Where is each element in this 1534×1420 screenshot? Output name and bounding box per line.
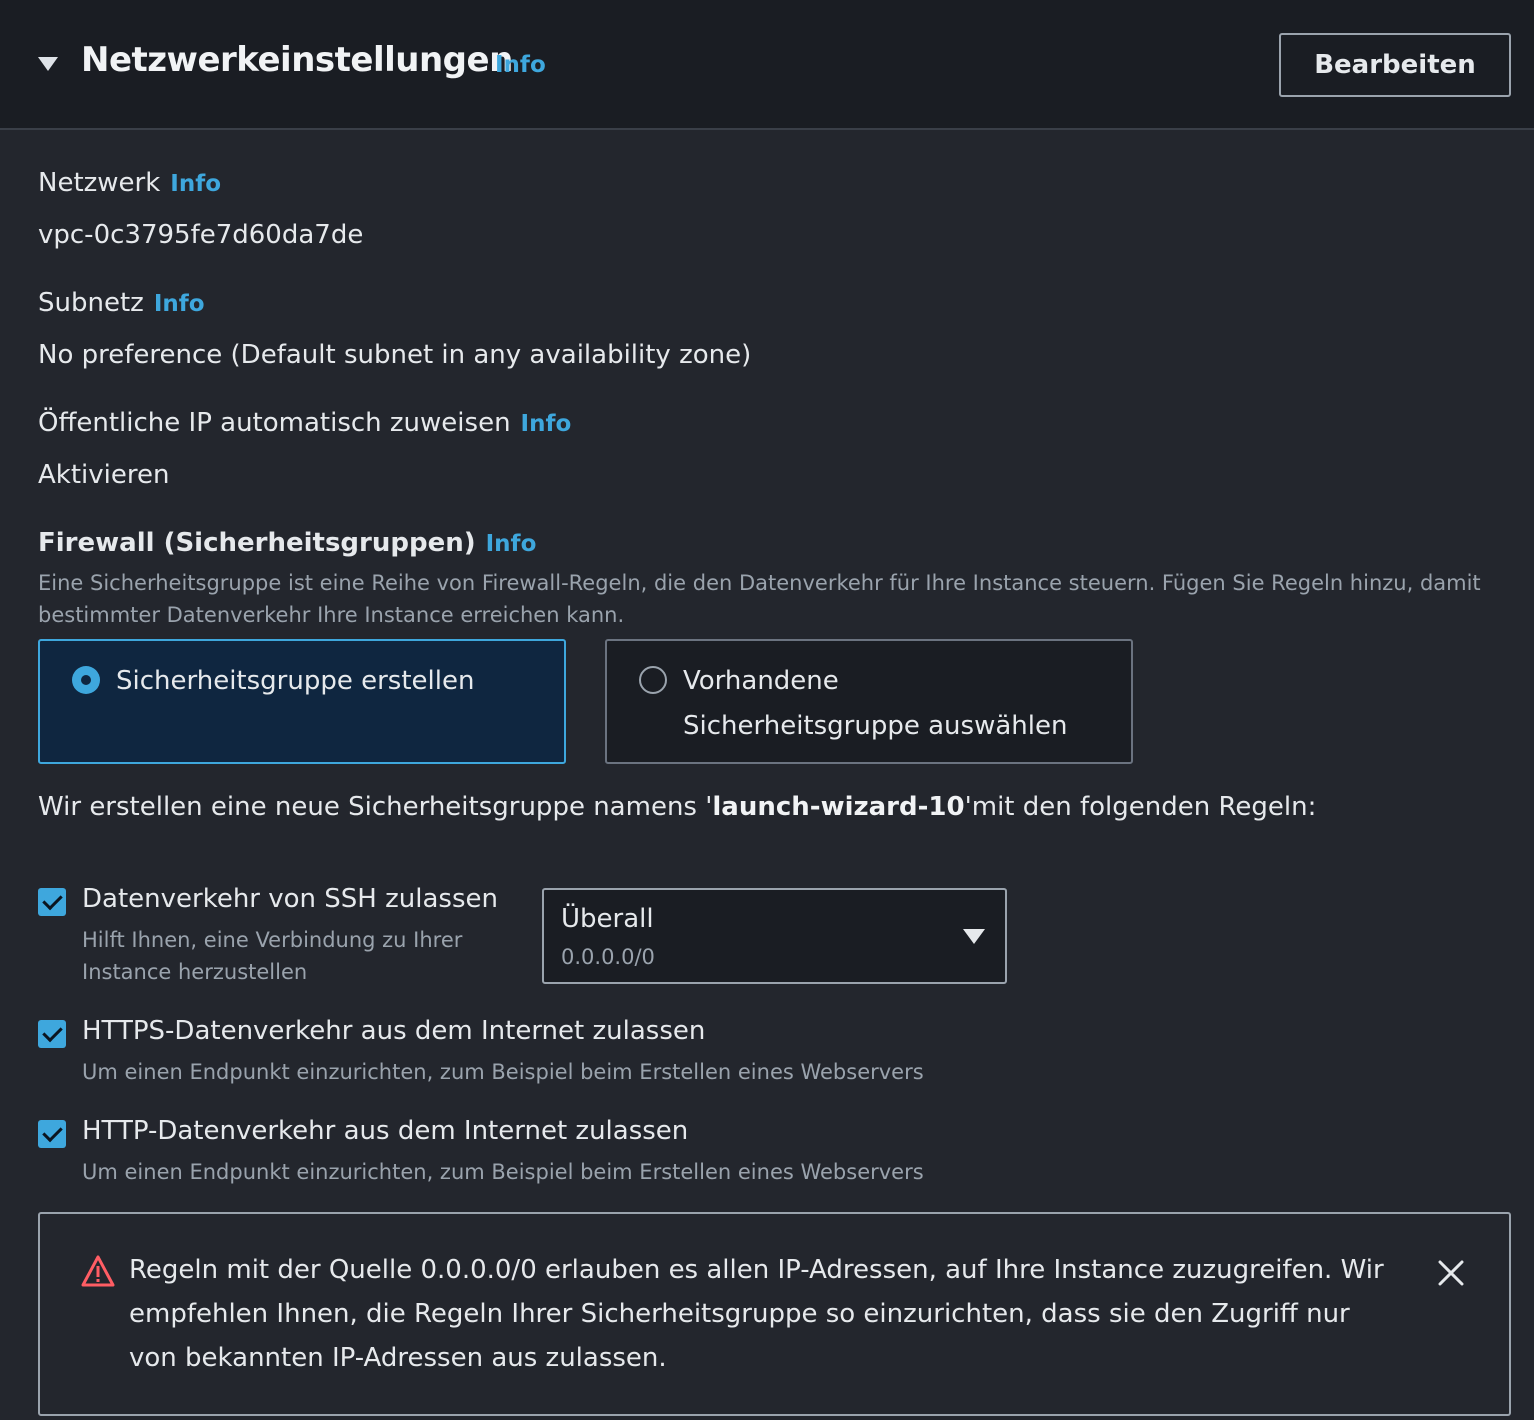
sentence-prefix: Wir erstellen eine neue Sicherheitsgrupp… xyxy=(38,792,713,822)
https-rule-label: HTTPS-Datenverkehr aus dem Internet zula… xyxy=(82,1016,706,1046)
public-ip-label-row: Öffentliche IP automatisch zuweisen Info xyxy=(38,408,571,438)
existing-security-group-label: Vorhandene Sicherheitsgruppe auswählen xyxy=(683,666,1068,741)
section-info-link[interactable]: Info xyxy=(495,52,546,78)
public-ip-label: Öffentliche IP automatisch zuweisen xyxy=(38,408,511,438)
create-security-group-label: Sicherheitsgruppe erstellen xyxy=(116,666,475,696)
radio-unselected-icon[interactable] xyxy=(639,666,667,694)
http-rule-description: Um einen Endpunkt einzurichten, zum Beis… xyxy=(82,1160,924,1184)
ssh-source-cidr: 0.0.0.0/0 xyxy=(561,945,655,969)
ssh-checkbox[interactable] xyxy=(38,888,66,916)
edit-button[interactable]: Bearbeiten xyxy=(1279,33,1511,97)
sentence-suffix: 'mit den folgenden Regeln: xyxy=(964,792,1317,822)
http-rule-label: HTTP-Datenverkehr aus dem Internet zulas… xyxy=(82,1116,689,1146)
warning-triangle-icon xyxy=(81,1255,115,1287)
dropdown-caret-icon[interactable] xyxy=(963,929,985,944)
close-icon[interactable] xyxy=(1436,1258,1466,1288)
caret-down-icon[interactable] xyxy=(38,57,58,71)
section-header: Netzwerkeinstellungen Info Bearbeiten xyxy=(0,0,1534,130)
ssh-rule-description: Hilft Ihnen, eine Verbindung zu Ihrer In… xyxy=(82,928,463,984)
alert-message: Regeln mit der Quelle 0.0.0.0/0 erlauben… xyxy=(129,1255,1384,1373)
firewall-info-link[interactable]: Info xyxy=(486,531,537,557)
firewall-title-row: Firewall (Sicherheitsgruppen) Info xyxy=(38,528,536,558)
public-ip-value: Aktivieren xyxy=(38,460,170,490)
network-info-link[interactable]: Info xyxy=(170,171,221,197)
public-ip-info-link[interactable]: Info xyxy=(521,411,572,437)
subnet-label-row: Subnetz Info xyxy=(38,288,205,318)
existing-security-group-option[interactable]: Vorhandene Sicherheitsgruppe auswählen xyxy=(605,639,1133,764)
ssh-source-value: Überall xyxy=(561,904,654,934)
security-group-name: launch-wizard-10 xyxy=(712,792,965,822)
network-label-row: Netzwerk Info xyxy=(38,168,221,198)
ssh-source-select[interactable]: Überall 0.0.0.0/0 xyxy=(542,888,1007,984)
radio-selected-icon[interactable] xyxy=(72,666,100,694)
warning-alert: Regeln mit der Quelle 0.0.0.0/0 erlauben… xyxy=(38,1212,1511,1416)
create-security-group-option[interactable]: Sicherheitsgruppe erstellen xyxy=(38,639,566,764)
security-group-sentence: Wir erstellen eine neue Sicherheitsgrupp… xyxy=(38,792,1316,822)
subnet-info-link[interactable]: Info xyxy=(154,291,205,317)
firewall-title: Firewall (Sicherheitsgruppen) xyxy=(38,528,476,558)
network-label: Netzwerk xyxy=(38,168,161,198)
subnet-label: Subnetz xyxy=(38,288,144,318)
firewall-description: Eine Sicherheitsgruppe ist eine Reihe vo… xyxy=(38,571,1481,627)
ssh-rule-label: Datenverkehr von SSH zulassen xyxy=(82,884,498,914)
https-rule-description: Um einen Endpunkt einzurichten, zum Beis… xyxy=(82,1060,924,1084)
http-checkbox[interactable] xyxy=(38,1120,66,1148)
subnet-value: No preference (Default subnet in any ava… xyxy=(38,340,752,370)
https-checkbox[interactable] xyxy=(38,1020,66,1048)
section-title: Netzwerkeinstellungen xyxy=(81,40,513,80)
network-value: vpc-0c3795fe7d60da7de xyxy=(38,220,364,250)
